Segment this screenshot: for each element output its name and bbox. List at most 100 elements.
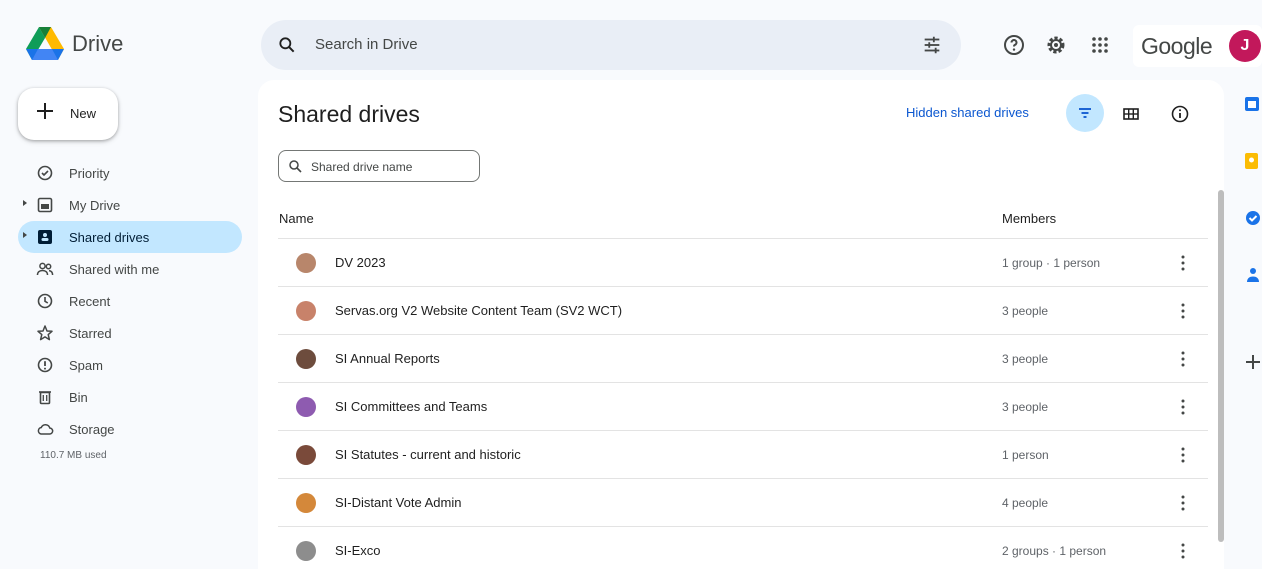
more-options-icon[interactable] (1174, 541, 1192, 561)
sidebar-item-label: Bin (69, 390, 88, 405)
drive-members: 1 person (1002, 448, 1049, 462)
shared-drives-icon (38, 230, 52, 244)
drive-name: SI Annual Reports (335, 351, 440, 366)
star-icon (37, 325, 53, 341)
drive-thumbnail (296, 253, 316, 273)
settings-icon[interactable] (1044, 33, 1068, 57)
drive-thumbnail (296, 301, 316, 321)
sidebar-item-spam[interactable]: Spam (18, 349, 242, 381)
sidebar-nav: Priority My Drive Shared drives Shared w… (18, 157, 242, 445)
drive-name: SI Statutes - current and historic (335, 447, 521, 462)
more-options-icon[interactable] (1174, 301, 1192, 321)
avatar[interactable]: J (1229, 30, 1261, 62)
search-bar[interactable]: Search in Drive (261, 20, 961, 70)
table-row[interactable]: SI Annual Reports 3 people (278, 335, 1208, 383)
expand-arrow-icon[interactable] (23, 232, 27, 238)
more-options-icon[interactable] (1174, 445, 1192, 465)
column-header-members[interactable]: Members (1002, 211, 1056, 226)
drive-members: 2 groups · 1 person (1002, 544, 1107, 558)
apps-grid-icon[interactable] (1088, 33, 1112, 57)
filter-button[interactable] (1066, 94, 1104, 132)
filter-icon (1079, 108, 1091, 118)
top-bar: Drive Search in Drive Google J (0, 0, 1262, 88)
app-name: Drive (72, 31, 124, 56)
sidebar-item-shared-drives[interactable]: Shared drives (18, 221, 242, 253)
new-button-label: New (70, 106, 97, 121)
my-drive-icon (37, 197, 53, 213)
sidebar-item-storage[interactable]: Storage (18, 413, 242, 445)
column-header-name[interactable]: Name (279, 211, 314, 226)
more-options-icon[interactable] (1174, 493, 1192, 513)
help-icon[interactable] (1002, 33, 1026, 57)
sidebar-item-bin[interactable]: Bin (18, 381, 242, 413)
table-row[interactable]: SI Statutes - current and historic 1 pers… (278, 431, 1208, 479)
sidebar-item-label: Priority (69, 166, 110, 181)
plus-icon (37, 103, 53, 119)
priority-icon (37, 165, 53, 181)
clock-icon (37, 293, 53, 309)
keep-icon[interactable] (1244, 152, 1262, 170)
google-wordmark: Google (1141, 33, 1213, 59)
search-options-icon[interactable] (921, 34, 943, 56)
sidebar-item-my-drive[interactable]: My Drive (18, 189, 242, 221)
sidebar-item-label: Shared with me (69, 262, 160, 277)
drive-thumbnail (296, 445, 316, 465)
drive-name: Servas.org V2 Website Content Team (SV2 … (335, 303, 623, 318)
shared-drive-search-placeholder: Shared drive name (311, 160, 413, 174)
drive-members: 3 people (1002, 304, 1049, 318)
more-options-icon[interactable] (1174, 349, 1192, 369)
sidebar-item-starred[interactable]: Starred (18, 317, 242, 349)
spam-icon (37, 357, 53, 373)
drive-thumbnail (296, 541, 316, 561)
sidebar-item-label: My Drive (69, 198, 121, 213)
drive-name: DV 2023 (335, 255, 386, 270)
table-row[interactable]: SI-Exco 2 groups · 1 person (278, 527, 1208, 569)
calendar-icon[interactable] (1244, 95, 1262, 113)
main-panel: Shared drives Hidden shared drives Share… (258, 80, 1224, 569)
sidebar-item-priority[interactable]: Priority (18, 157, 242, 189)
sidebar-item-recent[interactable]: Recent (18, 285, 242, 317)
page-title: Shared drives (278, 101, 420, 127)
sidebar-item-label: Recent (69, 294, 111, 309)
tasks-icon[interactable] (1244, 209, 1262, 227)
sidebar-item-label: Storage (69, 422, 115, 437)
sidebar-item-shared-with-me[interactable]: Shared with me (18, 253, 242, 285)
drive-members: 3 people (1002, 352, 1049, 366)
table-row[interactable]: SI-Distant Vote Admin 4 people (278, 479, 1208, 527)
shared-drives-list: DV 2023 1 group · 1 person Servas.org V2 W… (278, 239, 1208, 569)
table-row[interactable]: SI Committees and Teams 3 people (278, 383, 1208, 431)
drive-name: SI Committees and Teams (335, 399, 488, 414)
new-button[interactable]: New (18, 88, 118, 140)
table-row[interactable]: DV 2023 1 group · 1 person (278, 239, 1208, 287)
table-row[interactable]: Servas.org V2 Website Content Team (SV2 … (278, 287, 1208, 335)
shared-drive-search-input[interactable]: Shared drive name (278, 150, 480, 182)
sidebar-item-label: Shared drives (69, 230, 150, 245)
drive-members: 3 people (1002, 400, 1049, 414)
sidebar-item-label: Spam (69, 358, 103, 373)
drive-name: SI-Exco (335, 543, 381, 558)
add-addon-icon[interactable] (1244, 353, 1262, 371)
more-options-icon[interactable] (1174, 397, 1192, 417)
drive-logo[interactable]: Drive (26, 27, 123, 61)
drive-name: SI-Distant Vote Admin (335, 495, 462, 510)
info-icon[interactable] (1170, 104, 1190, 124)
contacts-icon[interactable] (1244, 266, 1262, 284)
account-area[interactable]: Google J (1133, 25, 1262, 67)
drive-thumbnail (296, 493, 316, 513)
scrollbar[interactable] (1218, 190, 1224, 542)
search-icon (289, 160, 302, 173)
more-options-icon[interactable] (1174, 253, 1192, 273)
drive-members: 1 group · 1 person (1002, 256, 1101, 270)
drive-thumbnail (296, 349, 316, 369)
expand-arrow-icon[interactable] (23, 200, 27, 206)
search-input[interactable]: Search in Drive (315, 36, 418, 53)
people-icon (36, 262, 54, 276)
storage-used-text: 110.7 MB used (40, 450, 107, 461)
grid-view-icon[interactable] (1122, 105, 1140, 123)
hidden-shared-drives-link[interactable]: Hidden shared drives (906, 105, 1029, 120)
drive-members: 4 people (1002, 496, 1049, 510)
search-icon[interactable] (277, 35, 297, 55)
drive-logo-icon (26, 27, 64, 60)
bin-icon (39, 391, 51, 405)
cloud-icon (37, 423, 54, 435)
